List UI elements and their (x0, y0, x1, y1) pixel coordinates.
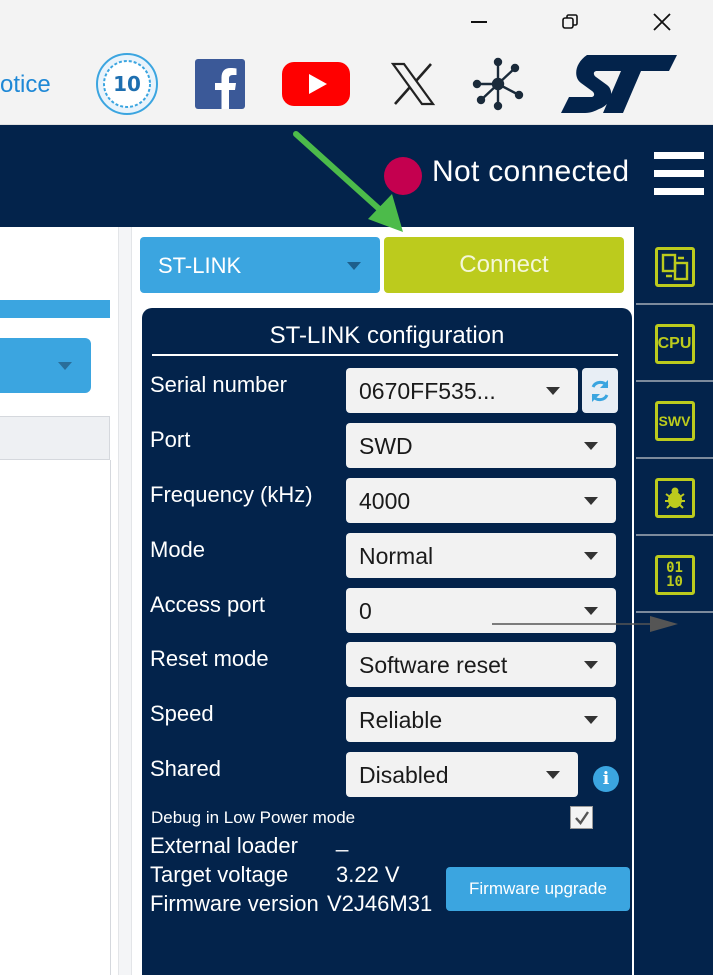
chevron-down-icon (546, 771, 560, 779)
target-voltage-value: 3.22 V (336, 862, 400, 887)
external-loader-value: _ (336, 827, 349, 852)
serial-number-label: Serial number (150, 372, 287, 397)
speed-label: Speed (150, 701, 214, 726)
connection-status-indicator (384, 157, 422, 195)
cpu-registers-button[interactable]: CPU (636, 308, 713, 382)
hamburger-menu-icon[interactable] (654, 152, 704, 196)
port-label: Port (150, 427, 191, 452)
low-power-mode-label: Debug in Low Power mode (151, 808, 356, 827)
anniversary-text: 10 (113, 72, 141, 96)
left-panel-table-header (0, 416, 110, 460)
config-title-divider (152, 354, 618, 356)
port-select[interactable]: SWD (346, 423, 616, 468)
access-port-label: Access port (150, 592, 265, 617)
st-logo[interactable] (560, 53, 680, 115)
chevron-down-icon (584, 716, 598, 724)
binary-icon: 01 10 (654, 555, 695, 595)
title-bar (0, 0, 713, 45)
checkmark-icon (574, 810, 589, 825)
firmware-upgrade-button[interactable]: Firmware upgrade (446, 867, 630, 911)
chevron-down-icon (584, 552, 598, 560)
left-panel-divider (110, 460, 111, 975)
x-icon[interactable] (388, 53, 438, 115)
firmware-version-value: V2J46M31 (327, 891, 433, 916)
chevron-down-icon (58, 362, 72, 370)
chevron-down-icon (584, 497, 598, 505)
connection-status-text: Not connected (432, 155, 630, 188)
low-power-mode-checkbox[interactable] (570, 806, 593, 829)
chevron-down-icon (584, 442, 598, 450)
anniversary-10-years-icon[interactable]: 10 (93, 53, 161, 115)
external-loader-label: External loader (150, 833, 298, 858)
notice-link[interactable]: otice (0, 71, 51, 99)
memory-editing-icon (654, 247, 695, 287)
target-voltage-label: Target voltage (150, 862, 289, 887)
facebook-icon[interactable] (194, 53, 246, 115)
minimize-icon[interactable] (457, 6, 501, 38)
chevron-down-icon (584, 661, 598, 669)
chevron-down-icon (546, 387, 560, 395)
mode-label: Mode (150, 537, 206, 562)
frequency-label: Frequency (kHz) (150, 482, 313, 507)
binary-data-button[interactable]: 01 10 (636, 539, 713, 613)
info-icon[interactable]: i (593, 766, 619, 792)
mode-select[interactable]: Normal (346, 533, 616, 578)
config-title: ST-LINK configuration (269, 322, 505, 349)
frequency-select[interactable]: 4000 (346, 478, 616, 523)
shared-select[interactable]: Disabled (346, 752, 578, 797)
social-strip: otice 10 (0, 45, 713, 125)
probe-type-select[interactable]: ST-LINK (140, 237, 380, 293)
swv-icon: SWV (654, 401, 695, 441)
memory-editing-button[interactable] (636, 231, 713, 305)
restore-icon[interactable] (548, 6, 592, 38)
chevron-down-icon (584, 607, 598, 615)
firmware-version-label: Firmware version (150, 891, 319, 916)
speed-select[interactable]: Reliable (346, 697, 616, 742)
device-programming-button[interactable] (636, 462, 713, 536)
panel-scrollbar[interactable] (118, 227, 132, 975)
shared-label: Shared (150, 756, 221, 781)
connect-button[interactable]: Connect (384, 237, 624, 293)
swv-button[interactable]: SWV (636, 385, 713, 459)
youtube-icon[interactable] (282, 53, 350, 115)
access-port-select[interactable]: 0 (346, 588, 616, 633)
cpu-icon: CPU (654, 324, 695, 364)
chevron-down-icon (347, 262, 361, 270)
refresh-serial-button[interactable] (582, 368, 618, 413)
left-panel-dropdown[interactable] (0, 338, 91, 393)
left-panel-strip (0, 300, 110, 318)
bug-icon (654, 478, 695, 518)
reset-mode-select[interactable]: Software reset (346, 642, 616, 687)
probe-type-value: ST-LINK (158, 253, 242, 278)
close-icon[interactable] (640, 6, 684, 38)
reset-mode-label: Reset mode (150, 646, 269, 671)
network-icon[interactable] (470, 53, 526, 115)
refresh-icon (591, 379, 609, 402)
serial-number-select[interactable]: 0670FF535... (346, 368, 578, 413)
